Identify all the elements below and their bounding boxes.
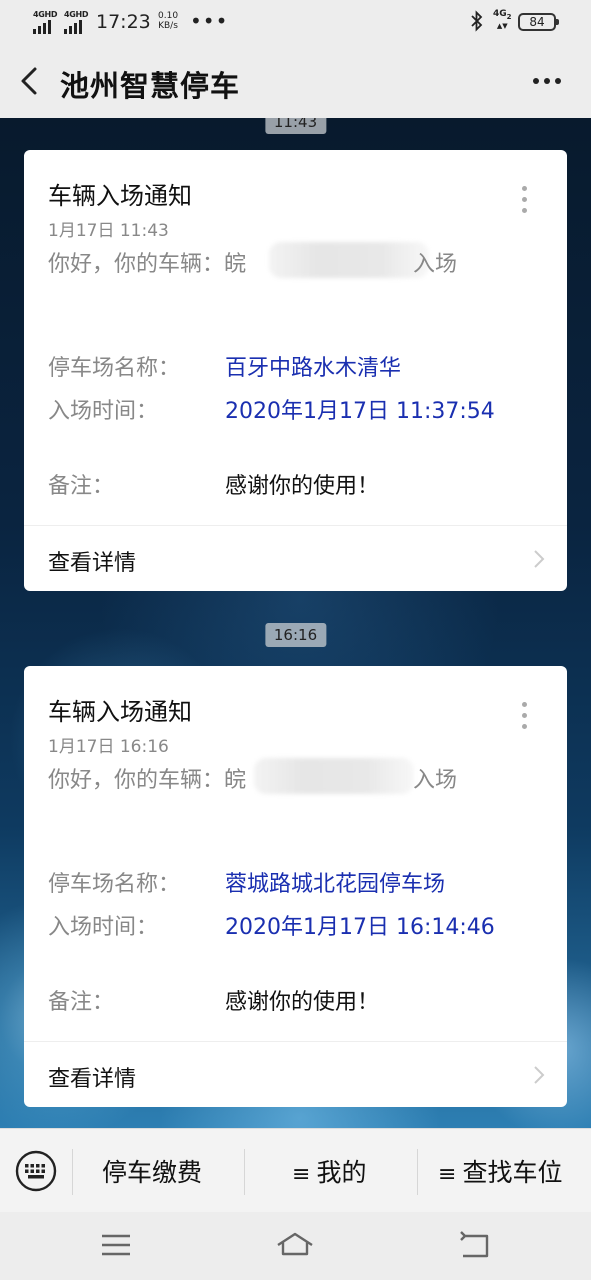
lot-label: 停车场名称： [48, 872, 181, 897]
battery-level: 84 [529, 15, 545, 29]
view-details-link[interactable]: 查看详情 [48, 545, 136, 577]
lot-value: 蓉城路城北花园停车场 [225, 872, 446, 897]
menu-list-icon: ≡ [438, 1162, 457, 1187]
back-button[interactable] [14, 64, 48, 98]
note-value: 感谢你的使用！ [225, 474, 380, 499]
entry-time-value: 2020年1月17日 11:37:54 [225, 399, 495, 424]
battery-icon: 84 [518, 13, 559, 31]
clock: 17:23 [96, 11, 151, 33]
bottom-menu: 停车缴费 ≡ 我的 ≡ 查找车位 [0, 1128, 591, 1212]
menu-separator [244, 1149, 245, 1195]
card-menu-button[interactable] [519, 186, 529, 220]
sim2-label: 4GHD [64, 10, 89, 19]
menu-find-space-label: 查找车位 [462, 1158, 563, 1187]
card-greeting-suffix: 入场 [413, 252, 458, 277]
note-label: 备注： [48, 990, 115, 1015]
card-title: 车辆入场通知 [48, 182, 192, 210]
network-type: 4G2 [493, 9, 512, 21]
chat-area[interactable]: 11:43 车辆入场通知 1月17日 11:43 你好，你的车辆：皖 入场 停车… [0, 118, 591, 1128]
view-details-link[interactable]: 查看详情 [48, 1061, 136, 1093]
notification-card[interactable]: 车辆入场通知 1月17日 11:43 你好，你的车辆：皖 入场 停车场名称： 百… [24, 150, 567, 591]
entry-time-label: 入场时间： [48, 399, 159, 424]
more-button[interactable] [527, 66, 567, 96]
card-divider [24, 1041, 567, 1042]
entry-time-label: 入场时间： [48, 915, 159, 940]
signal-sim1: 4GHD [33, 10, 58, 34]
lot-value: 百牙中路水木清华 [225, 356, 402, 381]
signal-sim2: 4GHD [64, 10, 89, 34]
signal-bars-icon [33, 20, 51, 34]
chevron-right-icon [534, 1066, 545, 1084]
card-greeting-suffix: 入场 [413, 768, 458, 793]
menu-separator [72, 1149, 73, 1195]
bluetooth-icon [470, 10, 484, 36]
keyboard-icon [15, 1150, 57, 1192]
entry-time-value: 2020年1月17日 16:14:46 [225, 915, 495, 940]
system-nav-bar [0, 1212, 591, 1280]
menu-mine[interactable]: ≡ 我的 [292, 1153, 366, 1189]
lot-label: 停车场名称： [48, 356, 181, 381]
card-date: 1月17日 16:16 [48, 737, 169, 757]
recents-button[interactable] [96, 1228, 136, 1262]
time-pill: 11:43 [264, 118, 327, 134]
chevron-left-icon [21, 67, 37, 95]
redacted-plate [269, 242, 429, 278]
card-menu-button[interactable] [519, 702, 529, 736]
back-arrow-icon [460, 1231, 489, 1258]
notification-card[interactable]: 车辆入场通知 1月17日 16:16 你好，你的车辆：皖 入场 停车场名称： 蓉… [24, 666, 567, 1107]
page-title: 池州智慧停车 [60, 69, 241, 103]
card-date: 1月17日 11:43 [48, 221, 169, 241]
card-greeting: 你好，你的车辆：皖 [48, 252, 247, 277]
back-nav-button[interactable] [455, 1228, 495, 1262]
redacted-plate [254, 758, 414, 794]
card-divider [24, 525, 567, 526]
home-button[interactable] [275, 1228, 315, 1262]
title-bar: 池州智慧停车 [0, 44, 591, 118]
menu-lines-icon [102, 1234, 130, 1256]
menu-find-space[interactable]: ≡ 查找车位 [438, 1153, 562, 1189]
net-speed-unit: KB/s [158, 21, 178, 31]
keyboard-toggle-button[interactable] [14, 1149, 58, 1193]
menu-parking-payment[interactable]: 停车缴费 [102, 1153, 202, 1189]
network-indicator: 4G2 ▲▼ [493, 9, 512, 30]
note-label: 备注： [48, 474, 115, 499]
home-icon [277, 1232, 313, 1256]
status-bar: 4GHD 4GHD 17:23 0.10 KB/s ••• 4G2 ▲▼ 84 [0, 0, 591, 44]
time-pill: 16:16 [264, 623, 327, 647]
net-speed-value: 0.10 [158, 11, 179, 21]
signal-bars-icon [64, 20, 82, 34]
net-speed: 0.10 KB/s [158, 11, 178, 31]
chevron-right-icon [534, 550, 545, 568]
card-greeting: 你好，你的车辆：皖 [48, 768, 247, 793]
menu-separator [417, 1149, 418, 1195]
notification-dots: ••• [190, 9, 229, 33]
menu-list-icon: ≡ [292, 1162, 311, 1187]
more-horizontal-icon [533, 78, 561, 84]
sim1-label: 4GHD [33, 10, 58, 19]
card-title: 车辆入场通知 [48, 698, 192, 726]
note-value: 感谢你的使用！ [225, 990, 380, 1015]
menu-mine-label: 我的 [316, 1158, 367, 1187]
